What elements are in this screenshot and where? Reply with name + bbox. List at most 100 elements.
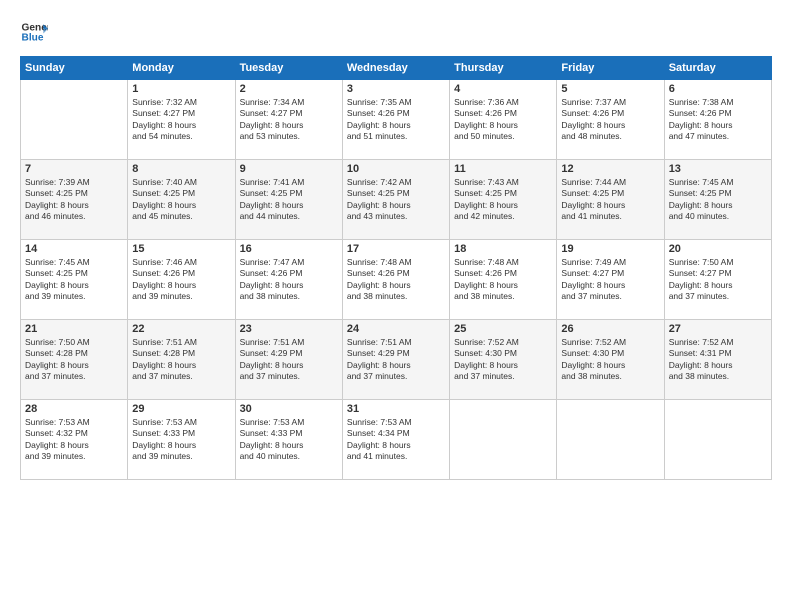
day-info: Sunrise: 7:47 AM Sunset: 4:26 PM Dayligh… (240, 257, 338, 303)
day-number: 4 (454, 83, 552, 95)
day-number: 14 (25, 243, 123, 255)
day-info: Sunrise: 7:41 AM Sunset: 4:25 PM Dayligh… (240, 177, 338, 223)
page: General Blue SundayMondayTuesdayWednesda… (0, 0, 792, 612)
calendar-cell (21, 80, 128, 160)
day-info: Sunrise: 7:45 AM Sunset: 4:25 PM Dayligh… (25, 257, 123, 303)
logo: General Blue (20, 18, 48, 46)
day-number: 15 (132, 243, 230, 255)
calendar-cell: 17 Sunrise: 7:48 AM Sunset: 4:26 PM Dayli… (342, 240, 449, 320)
day-number: 30 (240, 403, 338, 415)
calendar-cell: 30 Sunrise: 7:53 AM Sunset: 4:33 PM Dayli… (235, 400, 342, 480)
day-info: Sunrise: 7:42 AM Sunset: 4:25 PM Dayligh… (347, 177, 445, 223)
day-number: 22 (132, 323, 230, 335)
day-number: 25 (454, 323, 552, 335)
calendar-cell: 22 Sunrise: 7:51 AM Sunset: 4:28 PM Dayli… (128, 320, 235, 400)
calendar-cell: 7Sunrise: 7:39 AM Sunset: 4:25 PM Daylig… (21, 160, 128, 240)
week-row-0: 1 Sunrise: 7:32 AM Sunset: 4:27 PM Daylig… (21, 80, 772, 160)
calendar-cell: 1 Sunrise: 7:32 AM Sunset: 4:27 PM Daylig… (128, 80, 235, 160)
weekday-header-monday: Monday (128, 57, 235, 80)
logo-icon: General Blue (20, 18, 48, 46)
day-number: 1 (132, 83, 230, 95)
calendar-cell: 27 Sunrise: 7:52 AM Sunset: 4:31 PM Dayli… (664, 320, 771, 400)
day-info: Sunrise: 7:51 AM Sunset: 4:28 PM Dayligh… (132, 337, 230, 383)
calendar-cell: 5 Sunrise: 7:37 AM Sunset: 4:26 PM Daylig… (557, 80, 664, 160)
day-info: Sunrise: 7:53 AM Sunset: 4:32 PM Dayligh… (25, 417, 123, 463)
day-number: 16 (240, 243, 338, 255)
calendar-cell: 21 Sunrise: 7:50 AM Sunset: 4:28 PM Dayli… (21, 320, 128, 400)
calendar-cell: 12Sunrise: 7:44 AM Sunset: 4:25 PM Dayli… (557, 160, 664, 240)
weekday-header-tuesday: Tuesday (235, 57, 342, 80)
header: General Blue (20, 18, 772, 46)
day-number: 12 (561, 163, 659, 175)
day-number: 29 (132, 403, 230, 415)
day-number: 2 (240, 83, 338, 95)
day-number: 18 (454, 243, 552, 255)
day-number: 28 (25, 403, 123, 415)
day-info: Sunrise: 7:38 AM Sunset: 4:26 PM Dayligh… (669, 97, 767, 143)
day-number: 21 (25, 323, 123, 335)
day-number: 27 (669, 323, 767, 335)
svg-text:Blue: Blue (22, 33, 44, 44)
day-info: Sunrise: 7:40 AM Sunset: 4:25 PM Dayligh… (132, 177, 230, 223)
day-info: Sunrise: 7:45 AM Sunset: 4:25 PM Dayligh… (669, 177, 767, 223)
day-number: 20 (669, 243, 767, 255)
week-row-2: 14 Sunrise: 7:45 AM Sunset: 4:25 PM Dayli… (21, 240, 772, 320)
calendar: SundayMondayTuesdayWednesdayThursdayFrid… (20, 56, 772, 480)
day-number: 8 (132, 163, 230, 175)
day-info: Sunrise: 7:53 AM Sunset: 4:33 PM Dayligh… (132, 417, 230, 463)
day-info: Sunrise: 7:52 AM Sunset: 4:31 PM Dayligh… (669, 337, 767, 383)
calendar-cell: 15 Sunrise: 7:46 AM Sunset: 4:26 PM Dayli… (128, 240, 235, 320)
day-number: 13 (669, 163, 767, 175)
calendar-cell: 9Sunrise: 7:41 AM Sunset: 4:25 PM Daylig… (235, 160, 342, 240)
weekday-header-row: SundayMondayTuesdayWednesdayThursdayFrid… (21, 57, 772, 80)
calendar-cell: 18 Sunrise: 7:48 AM Sunset: 4:26 PM Dayli… (450, 240, 557, 320)
day-info: Sunrise: 7:48 AM Sunset: 4:26 PM Dayligh… (454, 257, 552, 303)
calendar-cell: 20Sunrise: 7:50 AM Sunset: 4:27 PM Dayli… (664, 240, 771, 320)
calendar-cell: 16 Sunrise: 7:47 AM Sunset: 4:26 PM Dayli… (235, 240, 342, 320)
calendar-cell (557, 400, 664, 480)
day-number: 24 (347, 323, 445, 335)
day-info: Sunrise: 7:49 AM Sunset: 4:27 PM Dayligh… (561, 257, 659, 303)
day-info: Sunrise: 7:46 AM Sunset: 4:26 PM Dayligh… (132, 257, 230, 303)
day-info: Sunrise: 7:51 AM Sunset: 4:29 PM Dayligh… (240, 337, 338, 383)
day-info: Sunrise: 7:52 AM Sunset: 4:30 PM Dayligh… (561, 337, 659, 383)
calendar-cell: 23 Sunrise: 7:51 AM Sunset: 4:29 PM Dayli… (235, 320, 342, 400)
day-info: Sunrise: 7:51 AM Sunset: 4:29 PM Dayligh… (347, 337, 445, 383)
calendar-cell: 3Sunrise: 7:35 AM Sunset: 4:26 PM Daylig… (342, 80, 449, 160)
weekday-header-wednesday: Wednesday (342, 57, 449, 80)
week-row-4: 28 Sunrise: 7:53 AM Sunset: 4:32 PM Dayli… (21, 400, 772, 480)
weekday-header-friday: Friday (557, 57, 664, 80)
day-info: Sunrise: 7:34 AM Sunset: 4:27 PM Dayligh… (240, 97, 338, 143)
calendar-cell (450, 400, 557, 480)
day-info: Sunrise: 7:32 AM Sunset: 4:27 PM Dayligh… (132, 97, 230, 143)
week-row-1: 7Sunrise: 7:39 AM Sunset: 4:25 PM Daylig… (21, 160, 772, 240)
day-info: Sunrise: 7:48 AM Sunset: 4:26 PM Dayligh… (347, 257, 445, 303)
day-info: Sunrise: 7:36 AM Sunset: 4:26 PM Dayligh… (454, 97, 552, 143)
calendar-cell: 24 Sunrise: 7:51 AM Sunset: 4:29 PM Dayli… (342, 320, 449, 400)
calendar-cell: 26 Sunrise: 7:52 AM Sunset: 4:30 PM Dayli… (557, 320, 664, 400)
day-number: 17 (347, 243, 445, 255)
day-info: Sunrise: 7:39 AM Sunset: 4:25 PM Dayligh… (25, 177, 123, 223)
day-info: Sunrise: 7:37 AM Sunset: 4:26 PM Dayligh… (561, 97, 659, 143)
calendar-cell: 28 Sunrise: 7:53 AM Sunset: 4:32 PM Dayli… (21, 400, 128, 480)
day-info: Sunrise: 7:50 AM Sunset: 4:28 PM Dayligh… (25, 337, 123, 383)
day-number: 5 (561, 83, 659, 95)
calendar-cell: 29 Sunrise: 7:53 AM Sunset: 4:33 PM Dayli… (128, 400, 235, 480)
calendar-cell: 4 Sunrise: 7:36 AM Sunset: 4:26 PM Daylig… (450, 80, 557, 160)
day-number: 19 (561, 243, 659, 255)
calendar-cell: 11Sunrise: 7:43 AM Sunset: 4:25 PM Dayli… (450, 160, 557, 240)
day-number: 31 (347, 403, 445, 415)
calendar-cell: 31Sunrise: 7:53 AM Sunset: 4:34 PM Dayli… (342, 400, 449, 480)
calendar-cell: 8 Sunrise: 7:40 AM Sunset: 4:25 PM Daylig… (128, 160, 235, 240)
day-info: Sunrise: 7:53 AM Sunset: 4:33 PM Dayligh… (240, 417, 338, 463)
day-number: 26 (561, 323, 659, 335)
calendar-cell: 10Sunrise: 7:42 AM Sunset: 4:25 PM Dayli… (342, 160, 449, 240)
day-number: 6 (669, 83, 767, 95)
calendar-cell: 6 Sunrise: 7:38 AM Sunset: 4:26 PM Daylig… (664, 80, 771, 160)
week-row-3: 21 Sunrise: 7:50 AM Sunset: 4:28 PM Dayli… (21, 320, 772, 400)
calendar-cell: 25 Sunrise: 7:52 AM Sunset: 4:30 PM Dayli… (450, 320, 557, 400)
calendar-cell: 14 Sunrise: 7:45 AM Sunset: 4:25 PM Dayli… (21, 240, 128, 320)
day-info: Sunrise: 7:52 AM Sunset: 4:30 PM Dayligh… (454, 337, 552, 383)
weekday-header-sunday: Sunday (21, 57, 128, 80)
day-number: 23 (240, 323, 338, 335)
